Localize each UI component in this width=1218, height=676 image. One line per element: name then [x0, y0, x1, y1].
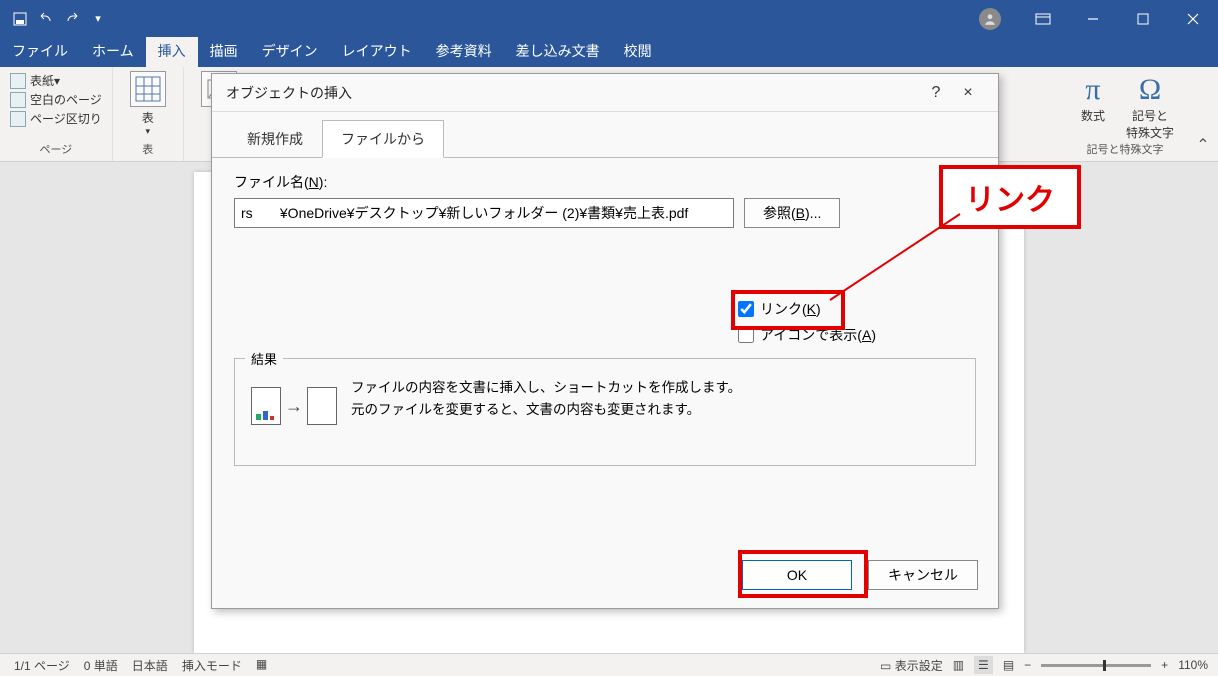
tab-home[interactable]: ホーム	[80, 35, 146, 67]
dialog-help-button[interactable]: ?	[920, 77, 952, 109]
tab-mailings[interactable]: 差し込み文書	[504, 35, 612, 67]
dialog-close-button[interactable]: ×	[952, 77, 984, 109]
status-language[interactable]: 日本語	[132, 657, 168, 674]
dialog-tabs: 新規作成 ファイルから	[212, 112, 998, 158]
equation-label: 数式	[1081, 107, 1105, 124]
tab-from-file[interactable]: ファイルから	[322, 120, 444, 158]
pi-icon: π	[1085, 73, 1100, 107]
show-as-icon-checkbox-label: アイコンで表示(A)	[760, 325, 876, 345]
cancel-button[interactable]: キャンセル	[868, 560, 978, 590]
macro-icon[interactable]: ▦	[256, 657, 267, 674]
ribbon-options-icon[interactable]	[1018, 0, 1068, 37]
cover-page-button[interactable]: 表紙 ▾	[10, 71, 102, 90]
cover-page-icon	[10, 73, 26, 89]
redo-icon[interactable]	[62, 9, 82, 29]
omega-icon: Ω	[1139, 73, 1161, 107]
link-checkbox[interactable]: リンク(K)	[738, 296, 876, 322]
blank-page-label: 空白のページ	[30, 91, 102, 108]
page-break-button[interactable]: ページ区切り	[10, 109, 102, 128]
ribbon-group-pages: 表紙 ▾ 空白のページ ページ区切り ページ	[0, 67, 113, 161]
window-controls	[968, 0, 1218, 37]
group-table-label: 表	[142, 139, 153, 159]
ribbon-group-symbols: π 数式 Ω 記号と 特殊文字 記号と特殊文字	[1062, 67, 1188, 161]
page-break-label: ページ区切り	[30, 110, 102, 127]
blank-page-icon	[10, 92, 26, 108]
equation-button[interactable]: π 数式	[1072, 73, 1114, 141]
table-button[interactable]: 表▾	[123, 71, 173, 137]
filename-label: ファイル名(N):	[234, 172, 976, 192]
dialog-body: ファイル名(N): 参照(B)... 結果 → ファイルの内容を文書に挿入し、シ…	[212, 158, 998, 480]
display-settings[interactable]: ▭ 表示設定	[880, 657, 943, 674]
result-group: 結果 → ファイルの内容を文書に挿入し、ショートカットを作成します。 元のファイ…	[234, 358, 976, 466]
ok-button[interactable]: OK	[742, 560, 852, 590]
tab-design[interactable]: デザイン	[250, 35, 330, 67]
result-text: ファイルの内容を文書に挿入し、ショートカットを作成します。 元のファイルを変更す…	[351, 377, 741, 420]
group-symbols-label: 記号と特殊文字	[1087, 141, 1164, 157]
target-file-icon	[307, 387, 337, 425]
status-mode[interactable]: 挿入モード	[182, 657, 242, 674]
annotation-label: リンク	[939, 165, 1081, 229]
quick-access-toolbar: ▾	[0, 9, 108, 29]
tab-references[interactable]: 参考資料	[424, 35, 504, 67]
close-button[interactable]	[1168, 0, 1218, 37]
arrow-icon: →	[285, 396, 303, 417]
zoom-level[interactable]: 110%	[1178, 658, 1208, 672]
checkbox-zone: リンク(K) アイコンで表示(A)	[738, 296, 876, 348]
tab-create-new[interactable]: 新規作成	[228, 120, 322, 158]
ribbon-tabs: ファイル ホーム 挿入 描画 デザイン レイアウト 参考資料 差し込み文書 校閲	[0, 37, 1218, 67]
result-legend: 結果	[245, 349, 283, 368]
tab-insert[interactable]: 挿入	[146, 35, 198, 67]
dialog-titlebar[interactable]: オブジェクトの挿入 ? ×	[212, 74, 998, 112]
tab-layout[interactable]: レイアウト	[330, 35, 424, 67]
status-page[interactable]: 1/1 ページ	[14, 657, 70, 674]
ribbon-group-table: 表▾ 表	[113, 67, 184, 161]
status-bar: 1/1 ページ 0 単語 日本語 挿入モード ▦ ▭ 表示設定 ▥ ☰ ▤ − …	[0, 653, 1218, 676]
collapse-ribbon-icon[interactable]: ⌃	[1188, 67, 1218, 161]
zoom-slider[interactable]	[1041, 664, 1151, 667]
tab-file[interactable]: ファイル	[0, 35, 80, 67]
page-break-icon	[10, 111, 26, 127]
view-web-icon[interactable]: ▤	[1003, 658, 1014, 672]
link-checkbox-label: リンク(K)	[760, 299, 821, 319]
group-pages-label: ページ	[39, 139, 72, 159]
zoom-out-button[interactable]: −	[1024, 658, 1031, 672]
show-as-icon-checkbox[interactable]: アイコンで表示(A)	[738, 322, 876, 348]
source-file-icon	[251, 387, 281, 425]
minimize-button[interactable]	[1068, 0, 1118, 37]
dialog-buttons: OK キャンセル	[742, 560, 978, 590]
maximize-button[interactable]	[1118, 0, 1168, 37]
table-icon	[130, 71, 166, 107]
account-button[interactable]	[968, 0, 1018, 37]
link-checkbox-input[interactable]	[738, 301, 754, 317]
insert-object-dialog: オブジェクトの挿入 ? × 新規作成 ファイルから ファイル名(N): 参照(B…	[211, 73, 999, 609]
cover-page-label: 表紙	[30, 72, 54, 89]
tab-draw[interactable]: 描画	[198, 35, 250, 67]
status-words[interactable]: 0 単語	[84, 657, 118, 674]
qat-customize-icon[interactable]: ▾	[88, 9, 108, 29]
blank-page-button[interactable]: 空白のページ	[10, 90, 102, 109]
result-icons: →	[251, 377, 337, 425]
symbol-label: 記号と 特殊文字	[1126, 107, 1174, 141]
zoom-in-button[interactable]: +	[1161, 658, 1168, 672]
symbol-button[interactable]: Ω 記号と 特殊文字	[1122, 73, 1178, 141]
undo-icon[interactable]	[36, 9, 56, 29]
view-print-icon[interactable]: ☰	[974, 656, 993, 674]
filename-input[interactable]	[234, 198, 734, 228]
save-icon[interactable]	[10, 9, 30, 29]
browse-button[interactable]: 参照(B)...	[744, 198, 840, 228]
view-read-icon[interactable]: ▥	[953, 658, 964, 672]
title-bar: ▾	[0, 0, 1218, 37]
tab-review[interactable]: 校閲	[612, 35, 664, 67]
table-label: 表	[142, 109, 154, 126]
show-as-icon-checkbox-input[interactable]	[738, 327, 754, 343]
dialog-title: オブジェクトの挿入	[226, 83, 352, 103]
